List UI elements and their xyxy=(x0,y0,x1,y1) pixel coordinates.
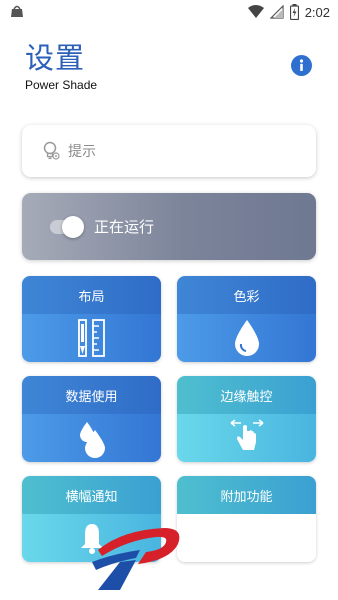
tile-layout[interactable]: 布局 xyxy=(22,276,161,362)
tile-data-usage[interactable]: 数据使用 xyxy=(22,376,161,462)
running-label: 正在运行 xyxy=(94,218,155,236)
status-icons: 2:02 xyxy=(247,2,330,22)
toggle-knob xyxy=(62,215,84,238)
tile-data-usage-label: 数据使用 xyxy=(22,376,161,414)
tile-edge-touch[interactable]: 边缘触控 xyxy=(177,376,316,462)
tile-extra-features[interactable]: 附加功能 xyxy=(177,476,316,562)
tile-edge-touch-icon-area xyxy=(177,414,316,462)
header: 设置 Power Shade xyxy=(25,40,97,92)
tile-edge-touch-label: 边缘触控 xyxy=(177,376,316,414)
running-toggle[interactable] xyxy=(50,215,84,238)
ruler-pencil-icon xyxy=(77,319,105,357)
tile-extra-features-label: 附加功能 xyxy=(177,476,316,514)
info-icon xyxy=(299,59,304,71)
swipe-hand-icon xyxy=(230,419,263,450)
tile-banner-notification-label: 横幅通知 xyxy=(22,476,161,514)
tile-color-label: 色彩 xyxy=(177,276,316,314)
drop-icon xyxy=(234,320,259,356)
wifi-icon xyxy=(247,5,264,18)
tile-color[interactable]: 色彩 xyxy=(177,276,316,362)
hint-card[interactable]: 提示 xyxy=(22,125,316,177)
watermark-logo xyxy=(92,528,180,590)
tile-layout-icon-area xyxy=(22,314,161,362)
status-bar: 2:02 xyxy=(0,0,338,24)
tile-extra-features-icon-area xyxy=(177,514,316,562)
tile-color-icon-area xyxy=(177,314,316,362)
app-subtitle: Power Shade xyxy=(25,78,98,92)
tile-layout-label: 布局 xyxy=(22,276,161,314)
double-drop-icon xyxy=(79,422,105,458)
signal-icon xyxy=(269,5,284,19)
app-notification-icon xyxy=(11,5,23,17)
hint-label: 提示 xyxy=(68,144,96,160)
lightbulb-icon xyxy=(43,141,60,160)
battery-icon xyxy=(289,4,299,20)
status-time: 2:02 xyxy=(304,4,330,20)
running-card[interactable]: 正在运行 xyxy=(22,193,316,260)
tile-data-usage-icon-area xyxy=(22,414,161,462)
info-button[interactable] xyxy=(291,55,312,76)
page-title: 设置 xyxy=(25,41,86,75)
